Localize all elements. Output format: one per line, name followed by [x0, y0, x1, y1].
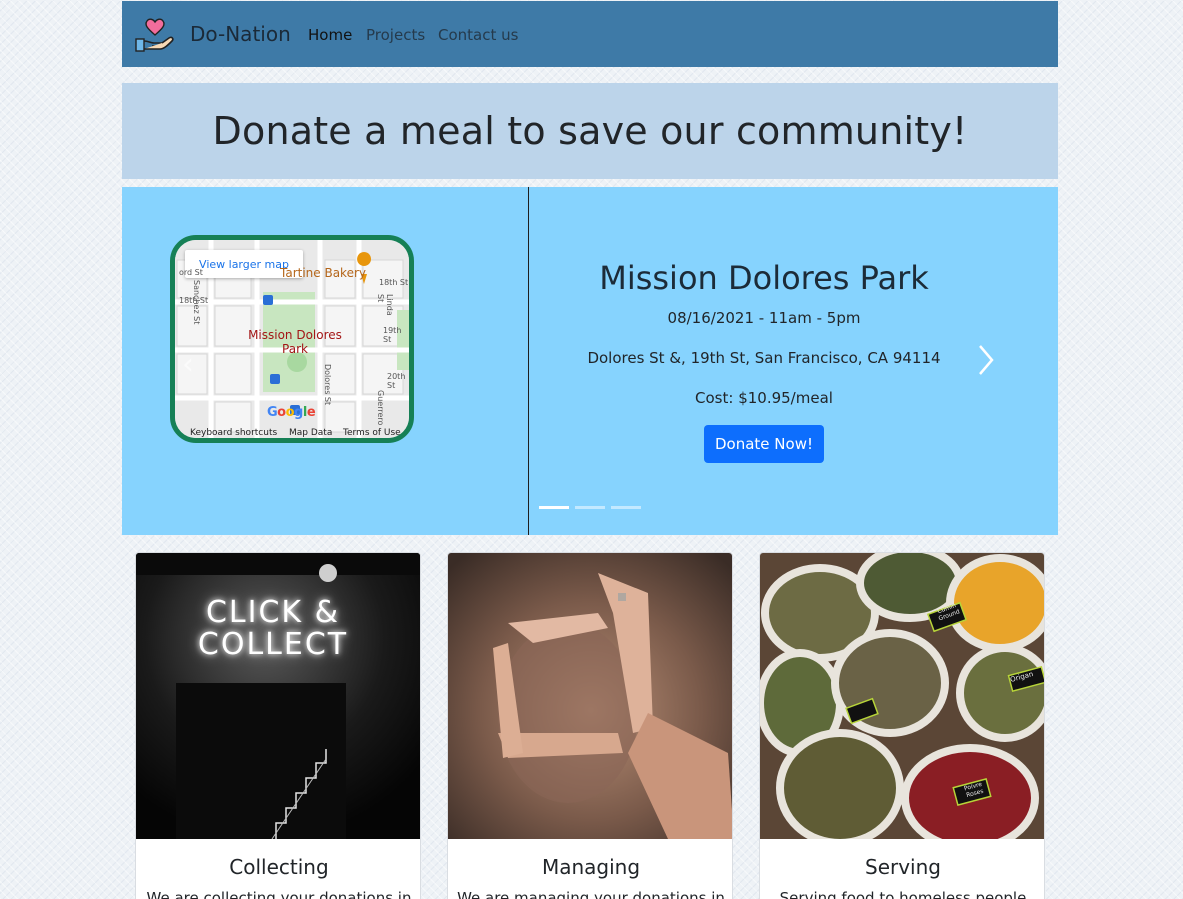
- card-collecting: CLICK & COLLECT Collecting We are collec…: [135, 552, 421, 899]
- nav-link-projects[interactable]: Projects: [366, 26, 425, 44]
- card-title: Collecting: [229, 855, 329, 879]
- neon-sign-text: CLICK & COLLECT: [197, 595, 349, 662]
- nav-link-home[interactable]: Home: [308, 26, 352, 44]
- map-street-label: 20th St: [387, 372, 406, 390]
- event-title: Mission Dolores Park: [599, 259, 929, 297]
- event-datetime: 08/16/2021 - 11am - 5pm: [667, 309, 861, 327]
- card-serving: Cumin Ground Origan Poivre Roses Serving…: [759, 552, 1045, 899]
- card-image-hands-frame: [448, 553, 732, 839]
- card-image-click-collect: CLICK & COLLECT: [136, 553, 420, 839]
- event-carousel: View larger map Tartine Bakery Mission D…: [122, 187, 1058, 535]
- card-image-spices: Cumin Ground Origan Poivre Roses: [760, 553, 1044, 839]
- map-terms-link[interactable]: Terms of Use: [343, 428, 401, 438]
- card-title: Serving: [865, 855, 941, 879]
- nav-link-contact[interactable]: Contact us: [438, 26, 518, 44]
- map-place-label: Mission Dolores Park: [248, 328, 342, 356]
- card-text: We are collecting your donations in: [146, 889, 412, 899]
- map-keyboard-shortcuts-link[interactable]: Keyboard shortcuts: [190, 428, 277, 438]
- map-street-label: Sanchez St: [192, 280, 201, 325]
- map-street-label: ord St: [179, 268, 203, 277]
- map-poi-label: Tartine Bakery: [280, 266, 366, 280]
- navbar: Do-Nation Home Projects Contact us: [122, 1, 1058, 67]
- map-street-label: Linda St: [376, 294, 394, 316]
- google-logo: Google: [267, 405, 316, 420]
- map-street-label: Dolores St: [323, 364, 332, 406]
- card-text: Serving food to homeless people: [779, 889, 1027, 899]
- map-street-label: 18th St: [379, 278, 409, 287]
- map-street-label: 19th St: [383, 326, 402, 344]
- carousel-prev-icon[interactable]: ‹: [182, 347, 194, 382]
- donate-now-button[interactable]: Donate Now!: [704, 425, 824, 463]
- card-text: We are managing your donations in: [457, 889, 725, 899]
- event-address: Dolores St &, 19th St, San Francisco, CA…: [587, 349, 941, 367]
- carousel-indicator-1[interactable]: [539, 506, 569, 509]
- carousel-indicator-3[interactable]: [611, 506, 641, 509]
- brand-name[interactable]: Do-Nation: [190, 22, 291, 46]
- hero-banner: Donate a meal to save our community!: [122, 83, 1058, 179]
- map-data-link[interactable]: Map Data: [289, 428, 332, 438]
- map-embed[interactable]: View larger map Tartine Bakery Mission D…: [170, 235, 414, 443]
- carousel-indicator-2[interactable]: [575, 506, 605, 509]
- event-cost: Cost: $10.95/meal: [695, 389, 833, 407]
- hero-title: Donate a meal to save our community!: [212, 109, 968, 153]
- card-title: Managing: [541, 855, 641, 879]
- map-street-label: Guerrero: [376, 390, 385, 426]
- heart-in-hand-icon[interactable]: [134, 15, 176, 53]
- card-managing: Managing We are managing your donations …: [447, 552, 733, 899]
